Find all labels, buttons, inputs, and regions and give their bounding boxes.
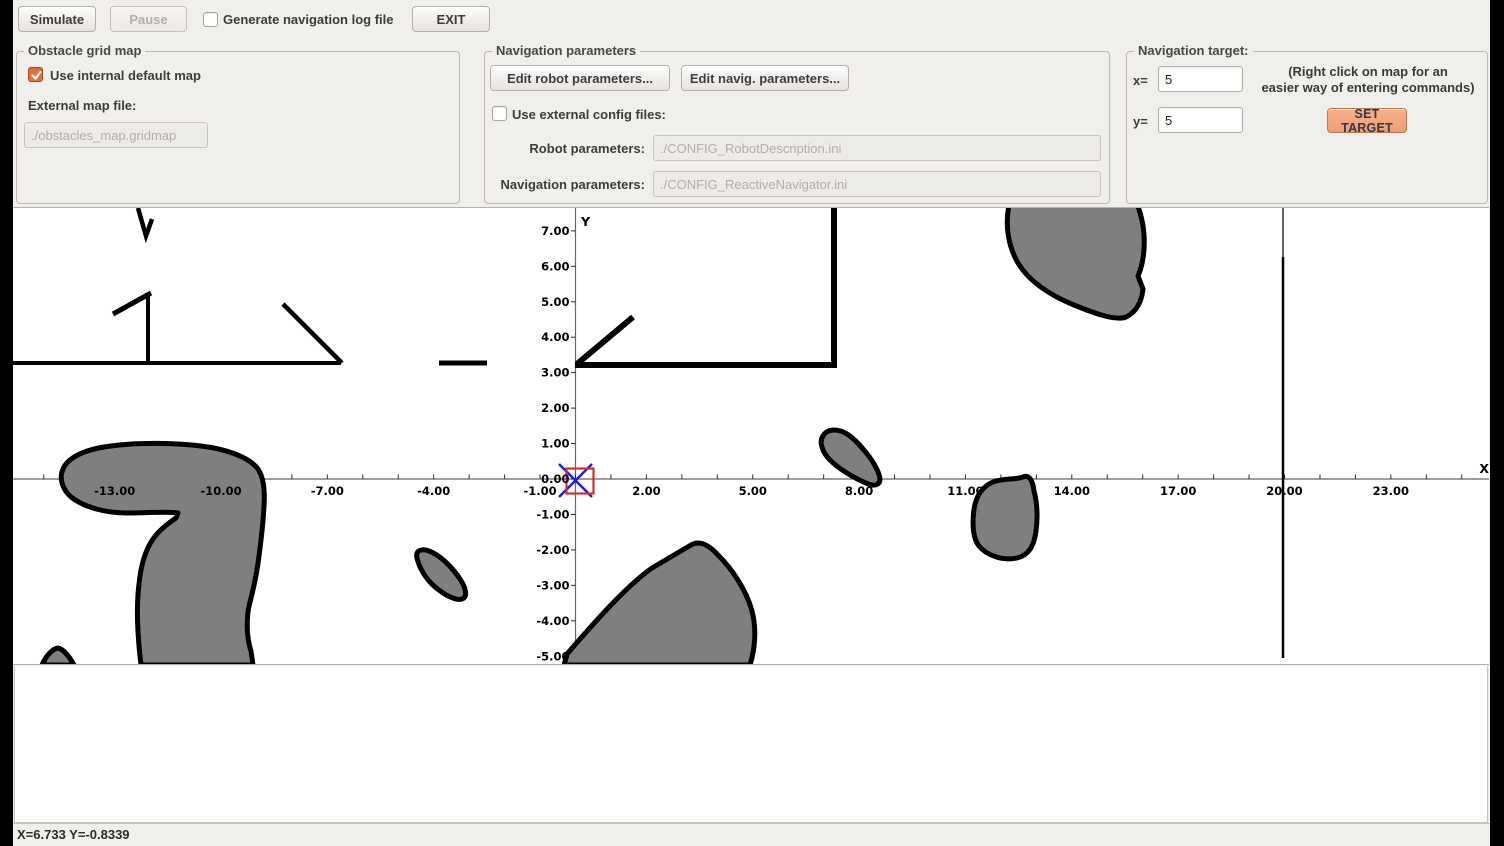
y-tick-label: 3.00	[541, 366, 569, 380]
navigation-parameters-title: Navigation parameters	[492, 43, 640, 58]
y-tick-label: -5.00	[536, 649, 569, 663]
check-icon	[30, 69, 43, 82]
y-tick-label: 7.00	[541, 224, 569, 238]
x-tick-label: 23.00	[1373, 484, 1409, 498]
x-tick-label: 5.00	[739, 484, 767, 498]
lower-empty-pane	[14, 666, 1488, 823]
obstacle-blob	[564, 543, 755, 664]
target-y-label: y=	[1133, 114, 1148, 129]
y-axis-letter: Y	[580, 214, 591, 229]
x-tick-label: -4.00	[417, 484, 450, 498]
nav-parameters-label: Navigation parameters:	[488, 177, 645, 192]
x-tick-label: 14.00	[1054, 484, 1090, 498]
pause-button[interactable]: Pause	[110, 6, 187, 32]
use-internal-map-checkbox[interactable]	[28, 67, 43, 82]
external-map-file-input[interactable]	[24, 122, 208, 148]
map-plot-pane[interactable]: -13.00 -10.00 -7.00 -4.00 -1.00 2.00 5.00 8.00 1…	[13, 207, 1489, 665]
edit-navig-parameters-button[interactable]: Edit navig. parameters...	[681, 65, 849, 91]
nav-parameters-input[interactable]	[653, 171, 1101, 197]
x-tick-label: 20.00	[1266, 484, 1302, 498]
screen-edge-right	[1490, 0, 1504, 846]
y-tick-label: -1.00	[536, 507, 569, 521]
x-tick-label: 8.00	[845, 484, 873, 498]
right-click-hint-line2: easier way of entering commands)	[1261, 80, 1474, 95]
obstacle-blob	[417, 550, 466, 600]
obstacle-blob	[61, 443, 264, 664]
target-x-input[interactable]	[1158, 66, 1243, 92]
robot-parameters-label: Robot parameters:	[490, 141, 645, 156]
screen-edge-left	[0, 0, 13, 846]
x-tick-label: 17.00	[1160, 484, 1196, 498]
x-tick-label: 2.00	[632, 484, 660, 498]
y-tick-label: -3.00	[536, 578, 569, 592]
x-tick-label: -10.00	[200, 484, 241, 498]
obstacle-blob	[42, 648, 74, 664]
target-y-input[interactable]	[1158, 107, 1243, 133]
set-target-button[interactable]: SET TARGET	[1327, 108, 1407, 133]
map-svg[interactable]: -13.00 -10.00 -7.00 -4.00 -1.00 2.00 5.00 8.00 1…	[13, 208, 1489, 664]
use-external-config-checkbox[interactable]	[492, 106, 507, 121]
x-axis-letter: X	[1479, 461, 1489, 476]
obstacle-blob	[821, 430, 880, 485]
wall-line	[138, 208, 152, 236]
obstacle-blob	[1007, 208, 1144, 318]
app-window: { "toolbar": { "simulate_label": "Simula…	[0, 0, 1504, 846]
x-tick-label: -7.00	[311, 484, 344, 498]
exit-button[interactable]: EXIT	[412, 6, 490, 32]
y-tick-label: -2.00	[536, 543, 569, 557]
x-tick-label: 11.00	[947, 484, 983, 498]
generate-log-label: Generate navigation log file	[223, 12, 393, 27]
wall-line	[283, 304, 342, 363]
status-bar: X=6.733 Y=-0.8339	[13, 823, 1490, 846]
navigation-target-title: Navigation target:	[1134, 43, 1253, 58]
x-tick-label: -1.00	[523, 484, 556, 498]
use-internal-map-label: Use internal default map	[50, 68, 201, 83]
y-tick-label: 6.00	[541, 259, 569, 273]
right-click-hint: (Right click on map for an easier way of…	[1252, 64, 1484, 96]
wall-line	[113, 293, 151, 314]
right-click-hint-line1: (Right click on map for an	[1288, 64, 1448, 79]
y-tick-label: 0.00	[541, 472, 569, 486]
y-tick-label: 2.00	[541, 401, 569, 415]
edit-robot-parameters-button[interactable]: Edit robot parameters...	[490, 65, 670, 91]
y-tick-label: -4.00	[536, 614, 569, 628]
wall-line	[577, 317, 633, 364]
y-tick-label: 4.00	[541, 330, 569, 344]
use-external-config-label: Use external config files:	[512, 107, 666, 122]
external-map-file-label: External map file:	[28, 98, 136, 113]
cursor-position-readout: X=6.733 Y=-0.8339	[17, 827, 130, 842]
obstacle-grid-map-title: Obstacle grid map	[24, 43, 145, 58]
y-tick-label: 5.00	[541, 295, 569, 309]
robot-parameters-input[interactable]	[653, 135, 1101, 161]
y-tick-label: 1.00	[541, 437, 569, 451]
robot-box-marker	[567, 469, 594, 494]
x-tick-label: -13.00	[94, 484, 135, 498]
simulate-button[interactable]: Simulate	[18, 6, 96, 32]
target-x-label: x=	[1133, 73, 1148, 88]
generate-log-checkbox[interactable]	[203, 12, 218, 27]
